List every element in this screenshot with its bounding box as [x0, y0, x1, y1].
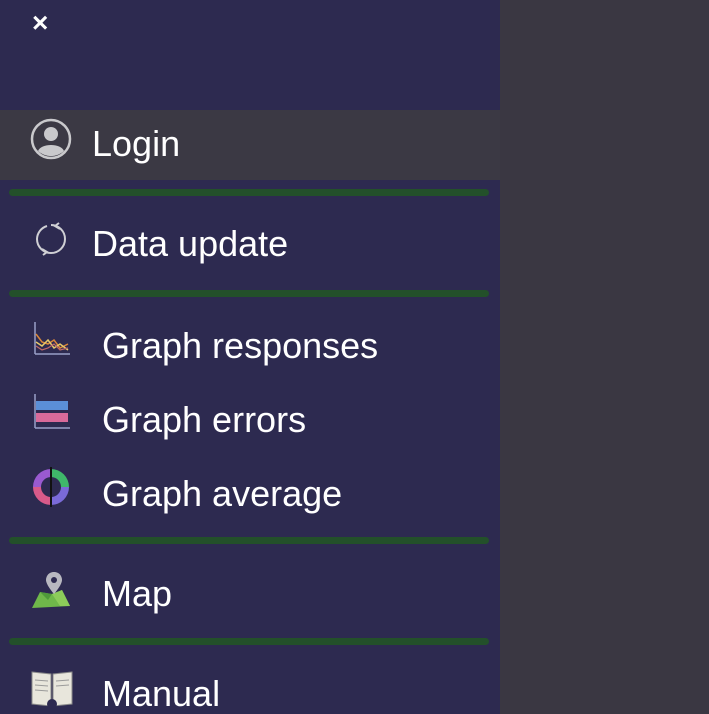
close-icon: ×	[32, 7, 49, 38]
menu-item-label: Map	[102, 573, 173, 614]
menu-item-label: Login	[92, 123, 181, 164]
main-content-area	[500, 0, 709, 714]
menu-item-login[interactable]: Login	[0, 110, 500, 180]
menu-item-label: Data update	[92, 223, 289, 264]
menu-item-manual[interactable]: Manual	[0, 664, 500, 714]
menu-item-label: Graph average	[102, 473, 343, 514]
user-circle-icon	[30, 118, 72, 165]
menu-divider	[9, 290, 489, 297]
menu-item-data-update[interactable]: Data update	[0, 214, 500, 274]
refresh-icon	[34, 222, 68, 261]
donut-chart-icon	[30, 466, 72, 513]
menu-divider	[9, 638, 489, 645]
menu-item-graph-errors[interactable]: Graph errors	[0, 390, 500, 450]
book-icon	[30, 666, 74, 714]
menu-divider	[9, 189, 489, 196]
close-button[interactable]: ×	[32, 8, 56, 38]
menu-item-graph-responses[interactable]: Graph responses	[0, 318, 500, 378]
bar-graph-icon	[32, 392, 72, 435]
side-menu: × Login Data update Graph responses Grap…	[0, 0, 500, 714]
menu-item-map[interactable]: Map	[0, 564, 500, 624]
menu-divider	[9, 537, 489, 544]
map-pin-icon	[30, 570, 72, 615]
menu-item-label: Graph errors	[102, 399, 307, 440]
menu-item-label: Manual	[102, 673, 221, 714]
line-graph-icon	[32, 320, 72, 363]
menu-item-label: Graph responses	[102, 325, 379, 366]
menu-item-graph-average[interactable]: Graph average	[0, 464, 500, 524]
